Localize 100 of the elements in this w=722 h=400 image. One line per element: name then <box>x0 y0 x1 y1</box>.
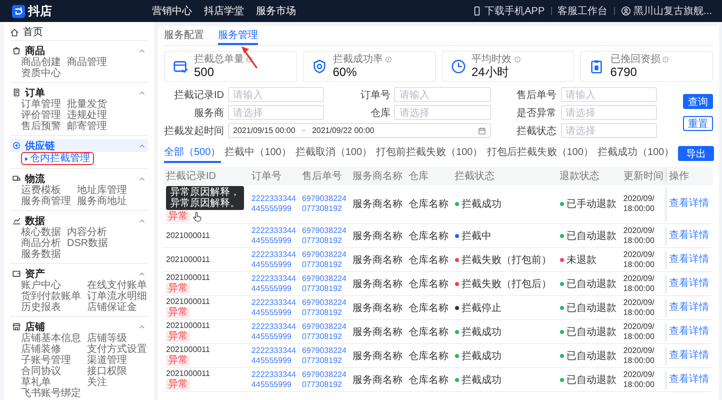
detail-link[interactable]: 查看详情 <box>669 254 711 264</box>
search-button[interactable]: 查询 <box>682 94 713 109</box>
after-sale-link[interactable]: 6979038224 077308192 <box>302 322 348 342</box>
order-link[interactable]: 2222333344 445555999 <box>251 226 298 246</box>
sidebar-item[interactable]: 在线支付账单 <box>87 280 147 291</box>
sidebar-item[interactable]: 店铺装修 <box>21 344 81 355</box>
abnormal-tag: 异常 <box>166 379 190 390</box>
sidebar-item[interactable]: 评价管理 <box>21 110 61 121</box>
menu-group-header[interactable]: 订单 <box>10 86 148 99</box>
triangle-icon <box>25 156 28 160</box>
filter-tab[interactable]: 打包后拦截失败（100） <box>486 143 594 163</box>
detail-link[interactable]: 查看详情 <box>669 374 711 384</box>
sidebar-item[interactable]: 批量发货 <box>67 99 107 110</box>
after-sale-link[interactable]: 6979038224 077308192 <box>302 346 348 366</box>
detail-link[interactable]: 查看详情 <box>669 302 711 312</box>
filter-tab[interactable]: 拦截成功（100） <box>597 143 674 163</box>
sidebar-item[interactable]: 运费模板 <box>21 185 71 196</box>
sidebar-item[interactable]: 支付方式设置 <box>87 344 147 355</box>
sidebar-item[interactable]: 售后预警 <box>21 121 61 132</box>
sidebar-item[interactable]: DSR数据 <box>67 238 108 249</box>
menu-group-header[interactable]: 物流 <box>10 172 148 185</box>
sidebar-item[interactable]: 商品创建 <box>21 57 61 68</box>
sidebar-item[interactable]: 资质中心 <box>21 68 61 79</box>
tab[interactable]: 服务配置 <box>164 26 204 45</box>
menu-group-header[interactable]: 供应链 <box>10 139 148 152</box>
sidebar-item[interactable]: 接口权限 <box>87 366 147 377</box>
detail-link[interactable]: 查看详情 <box>669 199 711 209</box>
info-icon <box>514 56 520 63</box>
sidebar-item[interactable]: 店铺保证金 <box>87 302 147 313</box>
order-link[interactable]: 2222333344 445555999 <box>251 250 298 270</box>
clipboard-icon <box>589 59 604 74</box>
detail-link[interactable]: 查看详情 <box>669 350 711 360</box>
intercept-status: 拦截中 <box>462 230 492 242</box>
menu-group-header[interactable]: 数据 <box>10 214 148 227</box>
sidebar-item[interactable]: 违规处理 <box>67 110 107 121</box>
sidebar-item[interactable]: 合同协议 <box>21 366 81 377</box>
intercept-status: 拦截成功 <box>462 198 502 211</box>
after-sale-link[interactable]: 6979038224 077308192 <box>302 274 348 294</box>
warehouse-name: 仓库名称 <box>408 230 449 242</box>
provider-name: 服务商名称 <box>352 374 402 386</box>
sidebar-item[interactable]: 商品分析 <box>21 238 61 249</box>
sidebar-item[interactable]: 服务数据 <box>21 249 61 260</box>
sidebar-item[interactable]: 服务商管理 <box>21 196 71 207</box>
menu-group-header[interactable]: 商品 <box>10 44 148 57</box>
sidebar-item[interactable]: 订单管理 <box>21 99 61 110</box>
sidebar-item[interactable]: 飞书账号绑定 <box>21 388 81 399</box>
detail-link[interactable]: 查看详情 <box>669 278 711 288</box>
detail-link[interactable]: 查看详情 <box>669 326 711 336</box>
menu-item[interactable]: 首页 <box>10 24 148 40</box>
filter-tab[interactable]: 拦截取消（100） <box>295 143 372 163</box>
sidebar-item[interactable]: 关注 <box>87 377 147 388</box>
detail-link[interactable]: 查看详情 <box>669 230 711 240</box>
filter-tab[interactable]: 全部（500） <box>164 143 221 163</box>
sidebar-item[interactable]: 历史报表 <box>21 302 81 313</box>
sidebar-item[interactable]: 账户中心 <box>21 280 81 291</box>
order-link[interactable]: 2222333344 445555999 <box>251 370 298 390</box>
intercept-status: 拦截失败（打包后） <box>462 278 552 290</box>
download-link[interactable]: 下载手机APP <box>472 4 545 18</box>
order-link[interactable]: 2222333344 445555999 <box>251 194 298 214</box>
reset-button[interactable]: 重置 <box>682 116 713 131</box>
sidebar-item[interactable]: 草礼单 <box>21 377 81 388</box>
nav-link[interactable]: 服务市场 <box>256 4 296 18</box>
after-sale-link[interactable]: 6979038224 077308192 <box>302 194 348 214</box>
sidebar-item[interactable]: 店铺基本信息 <box>21 333 81 344</box>
nav-link[interactable]: 抖店学堂 <box>204 4 244 18</box>
sidebar-item[interactable]: 核心数据 <box>21 227 61 238</box>
after-sale-link[interactable]: 6979038224 077308192 <box>302 370 348 390</box>
after-sale-link[interactable]: 6979038224 077308192 <box>302 298 348 318</box>
sidebar-item[interactable]: 子账号管理 <box>21 355 81 366</box>
order-link[interactable]: 2222333344 445555999 <box>251 346 298 366</box>
sidebar-item[interactable]: 店铺等级 <box>87 333 147 344</box>
sidebar-item[interactable]: 地址库管理 <box>77 185 127 196</box>
after-sale-link[interactable]: 6979038224 077308192 <box>302 226 348 246</box>
document-icon <box>12 88 21 97</box>
shop-menu[interactable]: 黑川山复古旗舰... <box>620 4 712 18</box>
date-range-field[interactable]: 2021/09/15 00:00 ~ 2021/09/22 00:00 <box>228 123 491 138</box>
sidebar-item[interactable]: 仓内拦截管理 <box>25 153 90 164</box>
filter-tab[interactable]: 打包前拦截失败（100） <box>376 143 483 163</box>
service-link[interactable]: 客服工作台 <box>558 4 608 18</box>
column-header: 更新时间 <box>621 167 668 185</box>
sidebar-item[interactable]: 商品管理 <box>67 57 107 68</box>
provider-name: 服务商名称 <box>352 302 402 314</box>
filter-tab[interactable]: 拦截中（100） <box>224 143 292 163</box>
sidebar-item[interactable]: 渠道管理 <box>87 355 147 366</box>
stat-label: 拦截成功率 <box>332 54 383 65</box>
menu-group-header[interactable]: 店铺 <box>10 320 148 333</box>
nav-link[interactable]: 营销中心 <box>152 4 192 18</box>
sidebar-item[interactable]: 内容分析 <box>67 227 108 238</box>
order-link[interactable]: 2222333344 445555999 <box>251 298 298 318</box>
sidebar-item[interactable]: 订单流水明细 <box>87 291 147 302</box>
sidebar-item[interactable]: 货到付款账单 <box>21 291 81 302</box>
menu-group-header[interactable]: 资产 <box>10 267 148 280</box>
tab[interactable]: 服务管理 <box>218 26 258 45</box>
order-link[interactable]: 2222333344 445555999 <box>251 322 298 342</box>
sidebar-item[interactable]: 服务商地址 <box>77 196 127 207</box>
intercept-status: 拦截成功 <box>462 374 502 386</box>
order-link[interactable]: 2222333344 445555999 <box>251 274 298 294</box>
sidebar-item[interactable]: 邮寄管理 <box>67 121 107 132</box>
after-sale-link[interactable]: 6979038224 077308192 <box>302 250 348 270</box>
export-button[interactable]: 导出 <box>678 146 714 160</box>
